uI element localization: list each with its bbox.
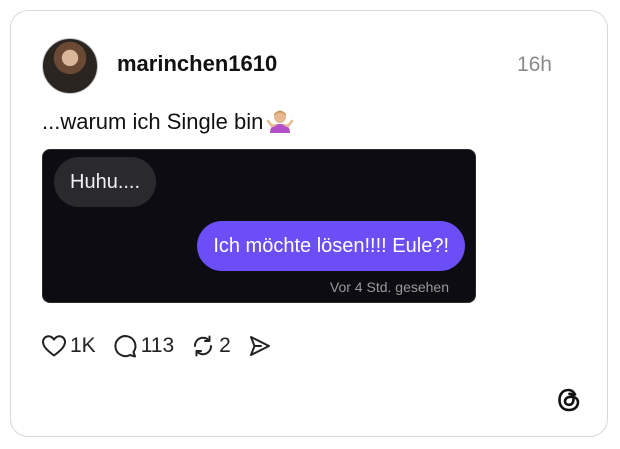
share-button[interactable] — [247, 333, 273, 359]
heart-icon — [41, 334, 67, 358]
post-timestamp: 16h — [516, 53, 552, 76]
reply-count: 113 — [140, 334, 175, 357]
avatar[interactable] — [42, 38, 98, 94]
reply-button[interactable]: 113 — [112, 333, 174, 359]
username[interactable]: marinchen1610 — [117, 51, 277, 77]
incoming-message-bubble: Huhu.... — [54, 157, 157, 207]
repost-count: 2 — [219, 334, 231, 357]
like-button[interactable]: 1K — [41, 334, 96, 358]
post-caption: ...warum ich Single bin — [42, 109, 294, 135]
seen-status: Vor 4 Std. gesehen — [329, 279, 449, 295]
post-card: marinchen1610 16h ...warum ich Single bi… — [10, 10, 608, 437]
action-bar: 1K 113 2 — [41, 333, 289, 359]
person-shrugging-emoji — [267, 109, 294, 135]
chat-screenshot: Huhu.... Ich möchte lösen!!!! Eule?! Vor… — [42, 149, 476, 303]
outgoing-message-bubble: Ich möchte lösen!!!! Eule?! — [197, 221, 465, 271]
send-icon — [247, 333, 273, 359]
comment-icon — [112, 333, 138, 359]
like-count: 1K — [70, 334, 96, 357]
caption-text: ...warum ich Single bin — [42, 109, 264, 134]
threads-logo-icon[interactable] — [555, 386, 583, 414]
repost-button[interactable]: 2 — [190, 333, 231, 359]
repost-icon — [190, 333, 216, 359]
